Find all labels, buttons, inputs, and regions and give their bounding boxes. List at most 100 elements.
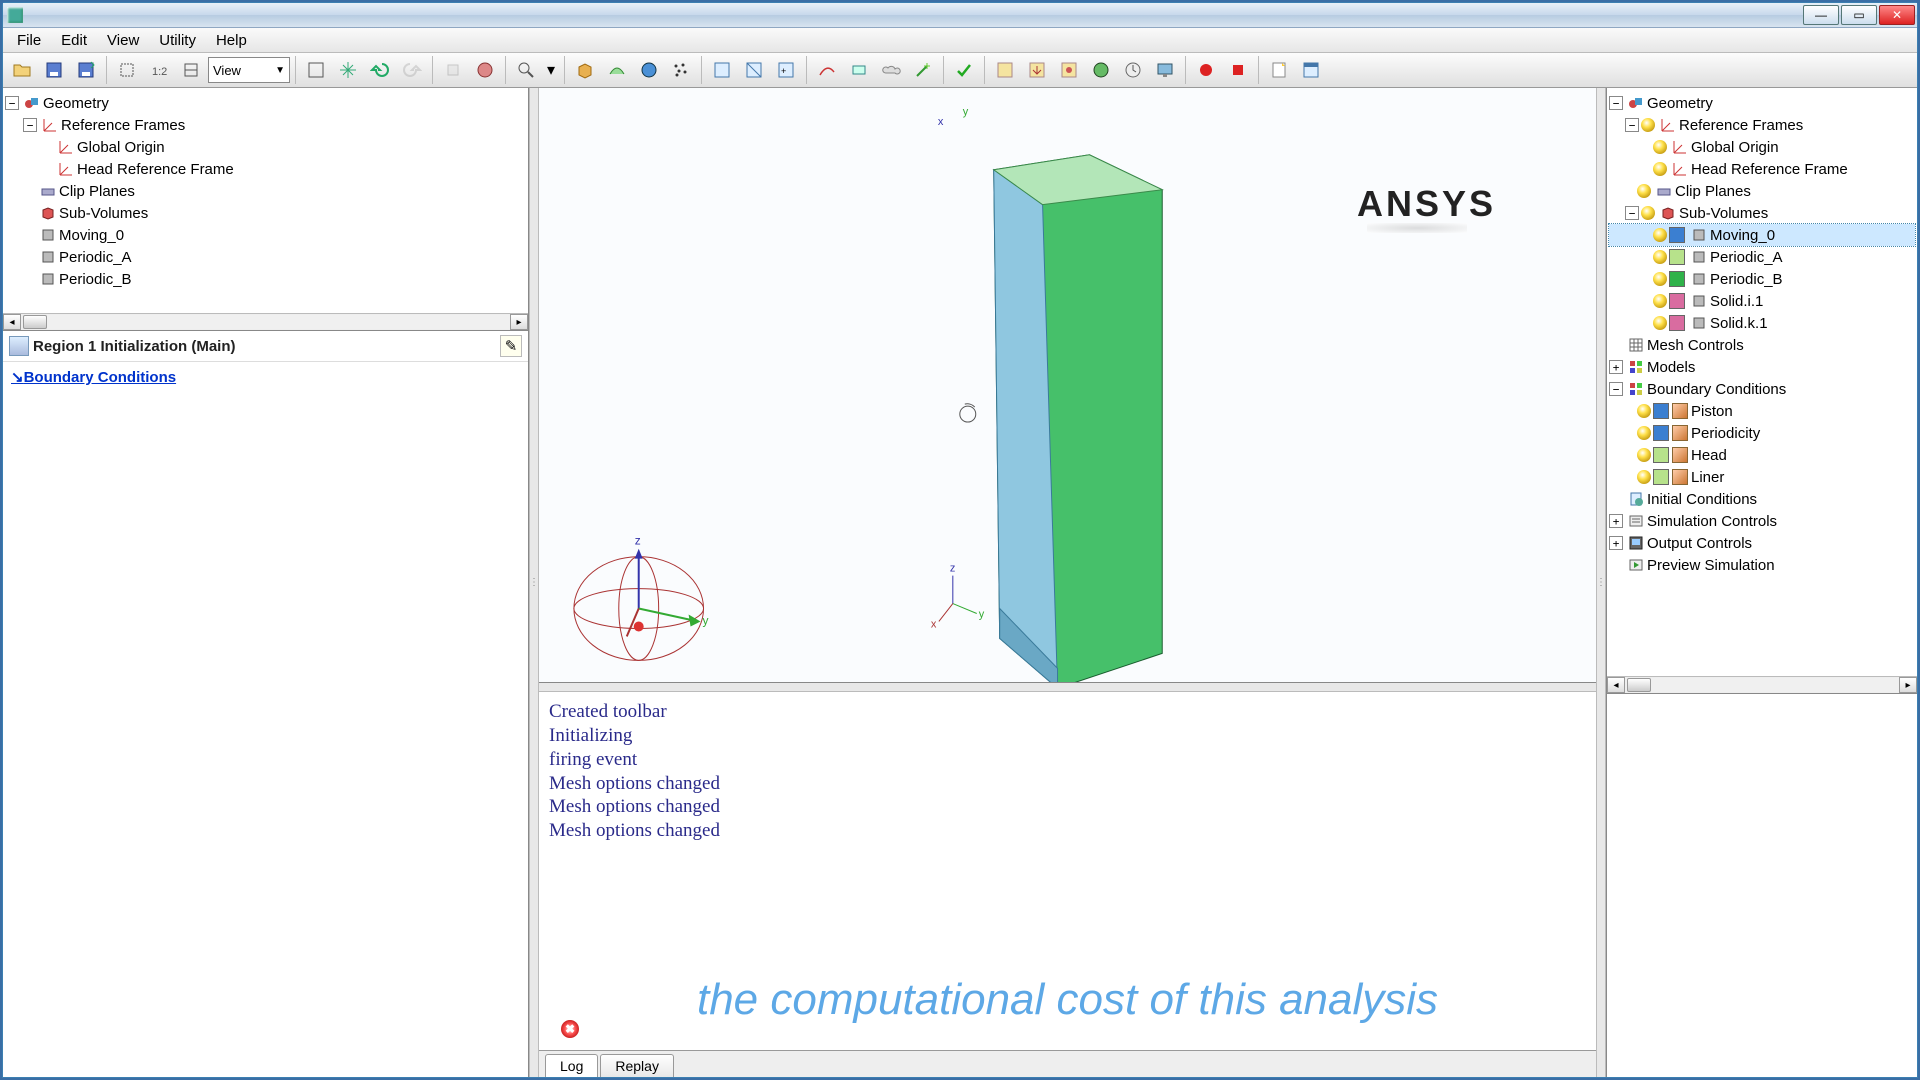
fit-icon[interactable] [301,55,331,85]
tree-item[interactable]: Head Reference Frame [1609,158,1915,180]
sphere-tool[interactable] [634,55,664,85]
color-swatch[interactable] [1653,469,1669,485]
tree-item[interactable]: Periodicity [1609,422,1915,444]
saveas-icon[interactable] [71,55,101,85]
tree-item[interactable]: Periodic_A [5,246,526,268]
tree-item[interactable]: Sub-Volumes [5,202,526,224]
tab-log[interactable]: Log [545,1054,598,1077]
bulb-icon[interactable] [1637,184,1651,198]
maximize-button[interactable]: ▭ [1841,5,1877,25]
color-swatch[interactable] [1669,249,1685,265]
tree-scrollbar[interactable]: ◂▸ [1607,676,1917,693]
export-tool-1[interactable] [990,55,1020,85]
collapse-icon[interactable]: − [5,96,19,110]
redo-icon[interactable] [397,55,427,85]
bulb-icon[interactable] [1653,272,1667,286]
bulb-icon[interactable] [1653,228,1667,242]
open-icon[interactable] [7,55,37,85]
stop-tool[interactable] [1223,55,1253,85]
tree-item[interactable]: Head Reference Frame [5,158,526,180]
menu-file[interactable]: File [7,28,51,52]
color-swatch[interactable] [1653,447,1669,463]
menu-edit[interactable]: Edit [51,28,97,52]
clock-tool[interactable] [1118,55,1148,85]
tool-2[interactable]: 1:2 [144,55,174,85]
bulb-icon[interactable] [1653,250,1667,264]
material-icon[interactable] [470,55,500,85]
tree-item[interactable]: −Sub-Volumes [1609,202,1915,224]
tree-item[interactable]: Solid.i.1 [1609,290,1915,312]
cube-icon[interactable] [438,55,468,85]
tree-item[interactable]: Mesh Controls [1609,334,1915,356]
tool-1[interactable] [112,55,142,85]
save-icon[interactable] [39,55,69,85]
section-tool[interactable] [844,55,874,85]
tab-replay[interactable]: Replay [600,1054,674,1077]
tree-item[interactable]: Periodic_B [1609,268,1915,290]
tree-item[interactable]: Periodic_A [1609,246,1915,268]
splitter-left[interactable]: ⋮ [529,88,539,1077]
minimize-button[interactable]: — [1803,5,1839,25]
tree-item[interactable]: Solid.k.1 [1609,312,1915,334]
chart-tool-2[interactable] [739,55,769,85]
right-tree-pane[interactable]: −Geometry −Reference Frames Global Origi… [1607,88,1917,676]
bulb-icon[interactable] [1641,118,1655,132]
tree-item[interactable]: −Boundary Conditions [1609,378,1915,400]
tree-item[interactable]: Clip Planes [5,180,526,202]
tree-item[interactable]: +Simulation Controls [1609,510,1915,532]
bulb-icon[interactable] [1637,426,1651,440]
viewport-3d[interactable]: z y x x y [539,88,1596,683]
globe-tool[interactable] [1086,55,1116,85]
bulb-icon[interactable] [1653,140,1667,154]
screen-tool[interactable] [1150,55,1180,85]
view-select[interactable]: View▼ [208,57,290,83]
bulb-icon[interactable] [1637,470,1651,484]
color-swatch[interactable] [1653,403,1669,419]
wand-tool[interactable] [908,55,938,85]
splitter-viewport[interactable] [539,683,1596,692]
undo-icon[interactable] [365,55,395,85]
check-tool[interactable] [949,55,979,85]
zoom-dropdown-icon[interactable]: ▾ [543,55,559,85]
color-swatch[interactable] [1669,315,1685,331]
tree-item[interactable]: Liner [1609,466,1915,488]
export-tool-3[interactable] [1054,55,1084,85]
bulb-icon[interactable] [1653,294,1667,308]
close-button[interactable]: ✕ [1879,5,1915,25]
color-swatch[interactable] [1653,425,1669,441]
tree-item[interactable]: Global Origin [1609,136,1915,158]
chart-tool-1[interactable] [707,55,737,85]
tree-item[interactable]: Periodic_B [5,268,526,290]
export-tool-2[interactable] [1022,55,1052,85]
edit-icon[interactable]: ✎ [500,335,522,357]
tree-root[interactable]: −Geometry [5,92,526,114]
window-tool[interactable] [1296,55,1326,85]
tree-item[interactable]: Initial Conditions [1609,488,1915,510]
tool-3[interactable] [176,55,206,85]
menu-view[interactable]: View [97,28,149,52]
zoom-icon[interactable] [511,55,541,85]
bulb-icon[interactable] [1641,206,1655,220]
bulb-icon[interactable] [1653,162,1667,176]
tree-item[interactable]: −Reference Frames [1609,114,1915,136]
tree-scrollbar[interactable]: ◂▸ [3,313,528,330]
tree-item[interactable]: Head [1609,444,1915,466]
tree-root[interactable]: −Geometry [1609,92,1915,114]
note-tool[interactable] [1264,55,1294,85]
box-tool[interactable] [570,55,600,85]
menu-help[interactable]: Help [206,28,257,52]
color-swatch[interactable] [1669,293,1685,309]
boundary-conditions-link[interactable]: ↘Boundary Conditions [3,362,528,392]
points-tool[interactable] [666,55,696,85]
left-tree-pane[interactable]: −Geometry −Reference Frames Global Origi… [3,88,528,313]
tree-item[interactable]: Piston [1609,400,1915,422]
bulb-icon[interactable] [1637,404,1651,418]
bulb-icon[interactable] [1637,448,1651,462]
tree-item[interactable]: +Models [1609,356,1915,378]
bulb-icon[interactable] [1653,316,1667,330]
tree-item[interactable]: Preview Simulation [1609,554,1915,576]
tree-item-selected[interactable]: Moving_0 [1609,224,1915,246]
color-swatch[interactable] [1669,271,1685,287]
record-tool[interactable] [1191,55,1221,85]
curve-tool[interactable] [812,55,842,85]
